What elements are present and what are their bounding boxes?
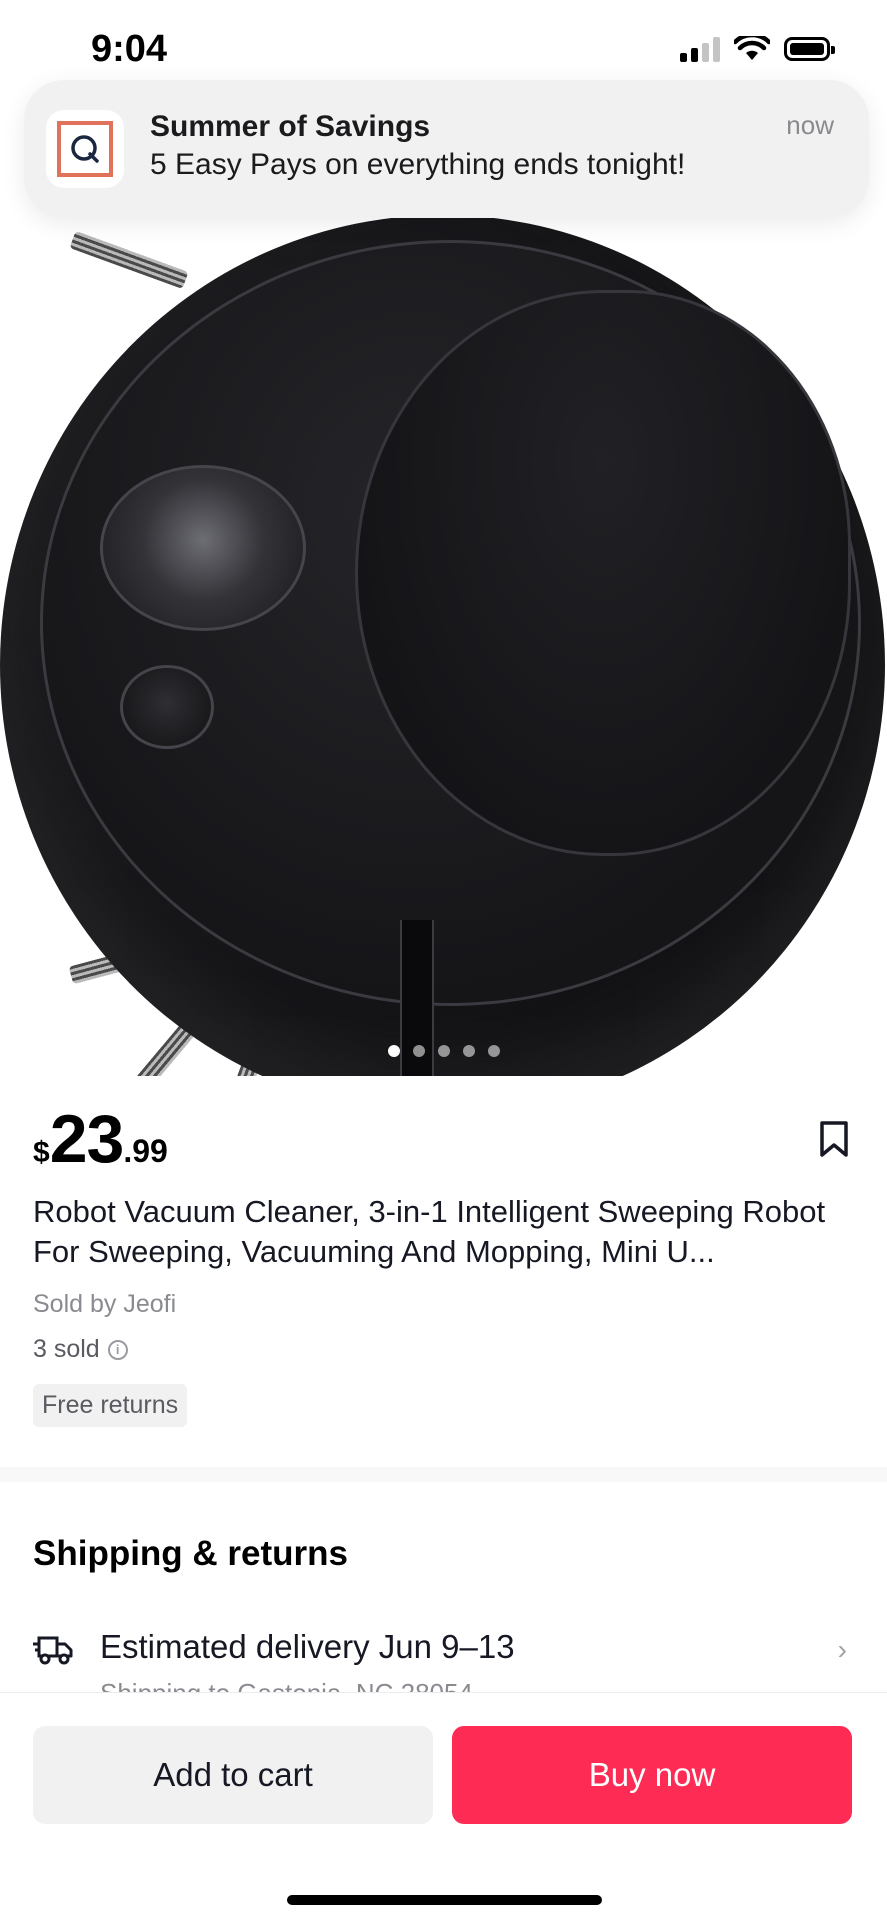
robot-power-button xyxy=(100,465,306,631)
push-notification[interactable]: Summer of Savings 5 Easy Pays on everyth… xyxy=(24,80,869,218)
wifi-icon xyxy=(734,36,770,60)
info-icon[interactable]: i xyxy=(107,1339,128,1360)
carousel-dot[interactable] xyxy=(412,1045,425,1057)
price: $ 23 .99 xyxy=(33,1100,168,1178)
carousel-dot[interactable] xyxy=(437,1045,450,1057)
search-q-icon xyxy=(71,135,99,163)
robot-lid xyxy=(355,290,851,856)
status-time: 9:04 xyxy=(91,28,168,70)
status-icons xyxy=(680,36,835,62)
product-title[interactable]: Robot Vacuum Cleaner, 3-in-1 Intelligent… xyxy=(33,1192,853,1272)
seller-name[interactable]: Sold by Jeofi xyxy=(33,1290,176,1319)
price-currency: $ xyxy=(33,1136,50,1169)
price-integer: 23 xyxy=(49,1101,125,1177)
section-divider xyxy=(0,1467,887,1482)
truck-icon xyxy=(33,1636,73,1665)
shipping-section-title: Shipping & returns xyxy=(33,1534,348,1573)
add-to-cart-button[interactable]: Add to cart xyxy=(33,1726,433,1824)
sold-count-label: 3 sold xyxy=(33,1335,100,1363)
notification-body: 5 Easy Pays on everything ends tonight! xyxy=(150,148,686,181)
price-decimal: .99 xyxy=(123,1133,168,1169)
estimated-delivery: Estimated delivery Jun 9–13 xyxy=(100,1628,515,1665)
bookmark-icon[interactable] xyxy=(819,1120,849,1158)
brush-bristles xyxy=(69,231,189,289)
notification-title: Summer of Savings xyxy=(150,110,431,143)
buy-now-button[interactable]: Buy now xyxy=(452,1726,852,1824)
shipping-row[interactable]: Estimated delivery Jun 9–13 Shipping to … xyxy=(0,1620,887,1692)
sold-count: 3 sold i xyxy=(33,1335,128,1364)
product-image[interactable] xyxy=(0,100,887,1076)
chevron-right-icon: › xyxy=(837,1634,847,1665)
carousel-dot[interactable] xyxy=(462,1045,475,1057)
shipping-destination: Shipping to Gastonia, NC 28054 xyxy=(100,1678,473,1692)
carousel-dot[interactable] xyxy=(487,1045,500,1057)
free-returns-badge: Free returns xyxy=(33,1384,188,1427)
robot-small-button xyxy=(120,665,214,749)
app-icon xyxy=(46,110,124,188)
battery-icon xyxy=(784,37,835,61)
home-indicator[interactable] xyxy=(287,1895,602,1905)
carousel-dots[interactable] xyxy=(0,1045,887,1057)
app-logo-frame xyxy=(57,121,113,177)
notification-time: now xyxy=(786,110,834,140)
signal-icon xyxy=(680,36,720,62)
bottom-action-bar: Add to cart Buy now xyxy=(0,1692,887,1921)
carousel-dot[interactable] xyxy=(387,1045,400,1057)
